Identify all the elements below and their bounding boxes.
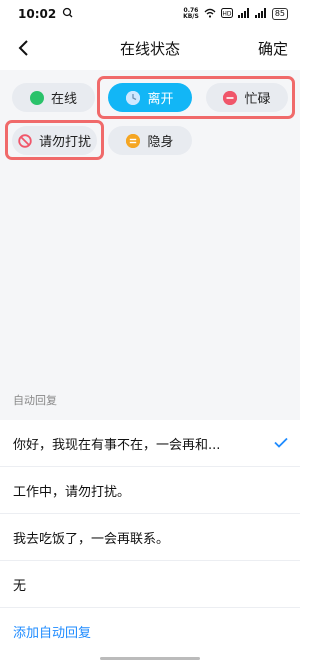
- chevron-left-icon[interactable]: [12, 36, 34, 60]
- no-entry-icon: [18, 133, 32, 148]
- signal-icon: [237, 7, 250, 21]
- autoreply-section: 自动回复 你好，我现在有事不在，一会再和... 工作中，请勿打扰。 我去吃饭了，…: [0, 380, 300, 667]
- nav-bar: 在线状态 确定: [0, 30, 300, 66]
- status-away-button[interactable]: 离开: [108, 83, 192, 112]
- status-label: 请勿打扰: [38, 135, 91, 150]
- autoreply-item[interactable]: 你好，我现在有事不在，一会再和...: [0, 420, 300, 467]
- autoreply-text: 工作中，请勿打扰。: [13, 484, 131, 500]
- net-speed: 0.76 KB/S: [183, 7, 199, 20]
- notification-icon: [62, 7, 73, 21]
- green-dot-icon: [29, 90, 44, 105]
- svg-text:HD: HD: [222, 10, 232, 17]
- status-right: 0.76 KB/S HD 85: [183, 7, 288, 21]
- autoreply-item[interactable]: 无: [0, 561, 300, 608]
- status-busy-button[interactable]: 忙碌: [206, 83, 288, 112]
- status-label: 离开: [147, 92, 174, 107]
- autoreply-item[interactable]: 我去吃饭了，一会再联系。: [0, 514, 300, 561]
- clock-icon: [126, 90, 141, 105]
- wifi-icon: [204, 8, 216, 21]
- battery-icon: 85: [271, 8, 288, 20]
- signal-icon: [254, 7, 267, 21]
- autoreply-header: 自动回复: [0, 380, 300, 420]
- autoreply-text: 你好，我现在有事不在，一会再和...: [13, 437, 221, 453]
- checkmark-icon: [274, 434, 288, 452]
- status-invisible-button[interactable]: 隐身: [108, 126, 192, 155]
- add-autoreply-button[interactable]: 添加自动回复: [0, 608, 300, 654]
- status-label: 隐身: [147, 135, 174, 150]
- confirm-button[interactable]: 确定: [258, 38, 288, 59]
- minus-circle-icon: [223, 90, 238, 105]
- page-title: 在线状态: [119, 39, 180, 58]
- status-grid: 在线 离开 忙碌 请勿打扰 隐身: [0, 70, 300, 380]
- autoreply-item[interactable]: 工作中，请勿打扰。: [0, 467, 300, 514]
- equals-circle-icon: [126, 133, 141, 148]
- autoreply-text: 无: [13, 578, 27, 594]
- home-indicator[interactable]: [100, 657, 200, 660]
- hd-icon: HD: [220, 7, 233, 21]
- status-time: 10:02: [18, 7, 57, 21]
- autoreply-text: 我去吃饭了，一会再联系。: [13, 531, 170, 547]
- status-label: 在线: [50, 92, 77, 107]
- status-label: 忙碌: [244, 92, 271, 107]
- status-do-not-disturb-button[interactable]: 请勿打扰: [12, 126, 97, 155]
- status-online-button[interactable]: 在线: [12, 83, 95, 112]
- status-bar: 10:02 0.76 KB/S HD 85: [0, 0, 300, 28]
